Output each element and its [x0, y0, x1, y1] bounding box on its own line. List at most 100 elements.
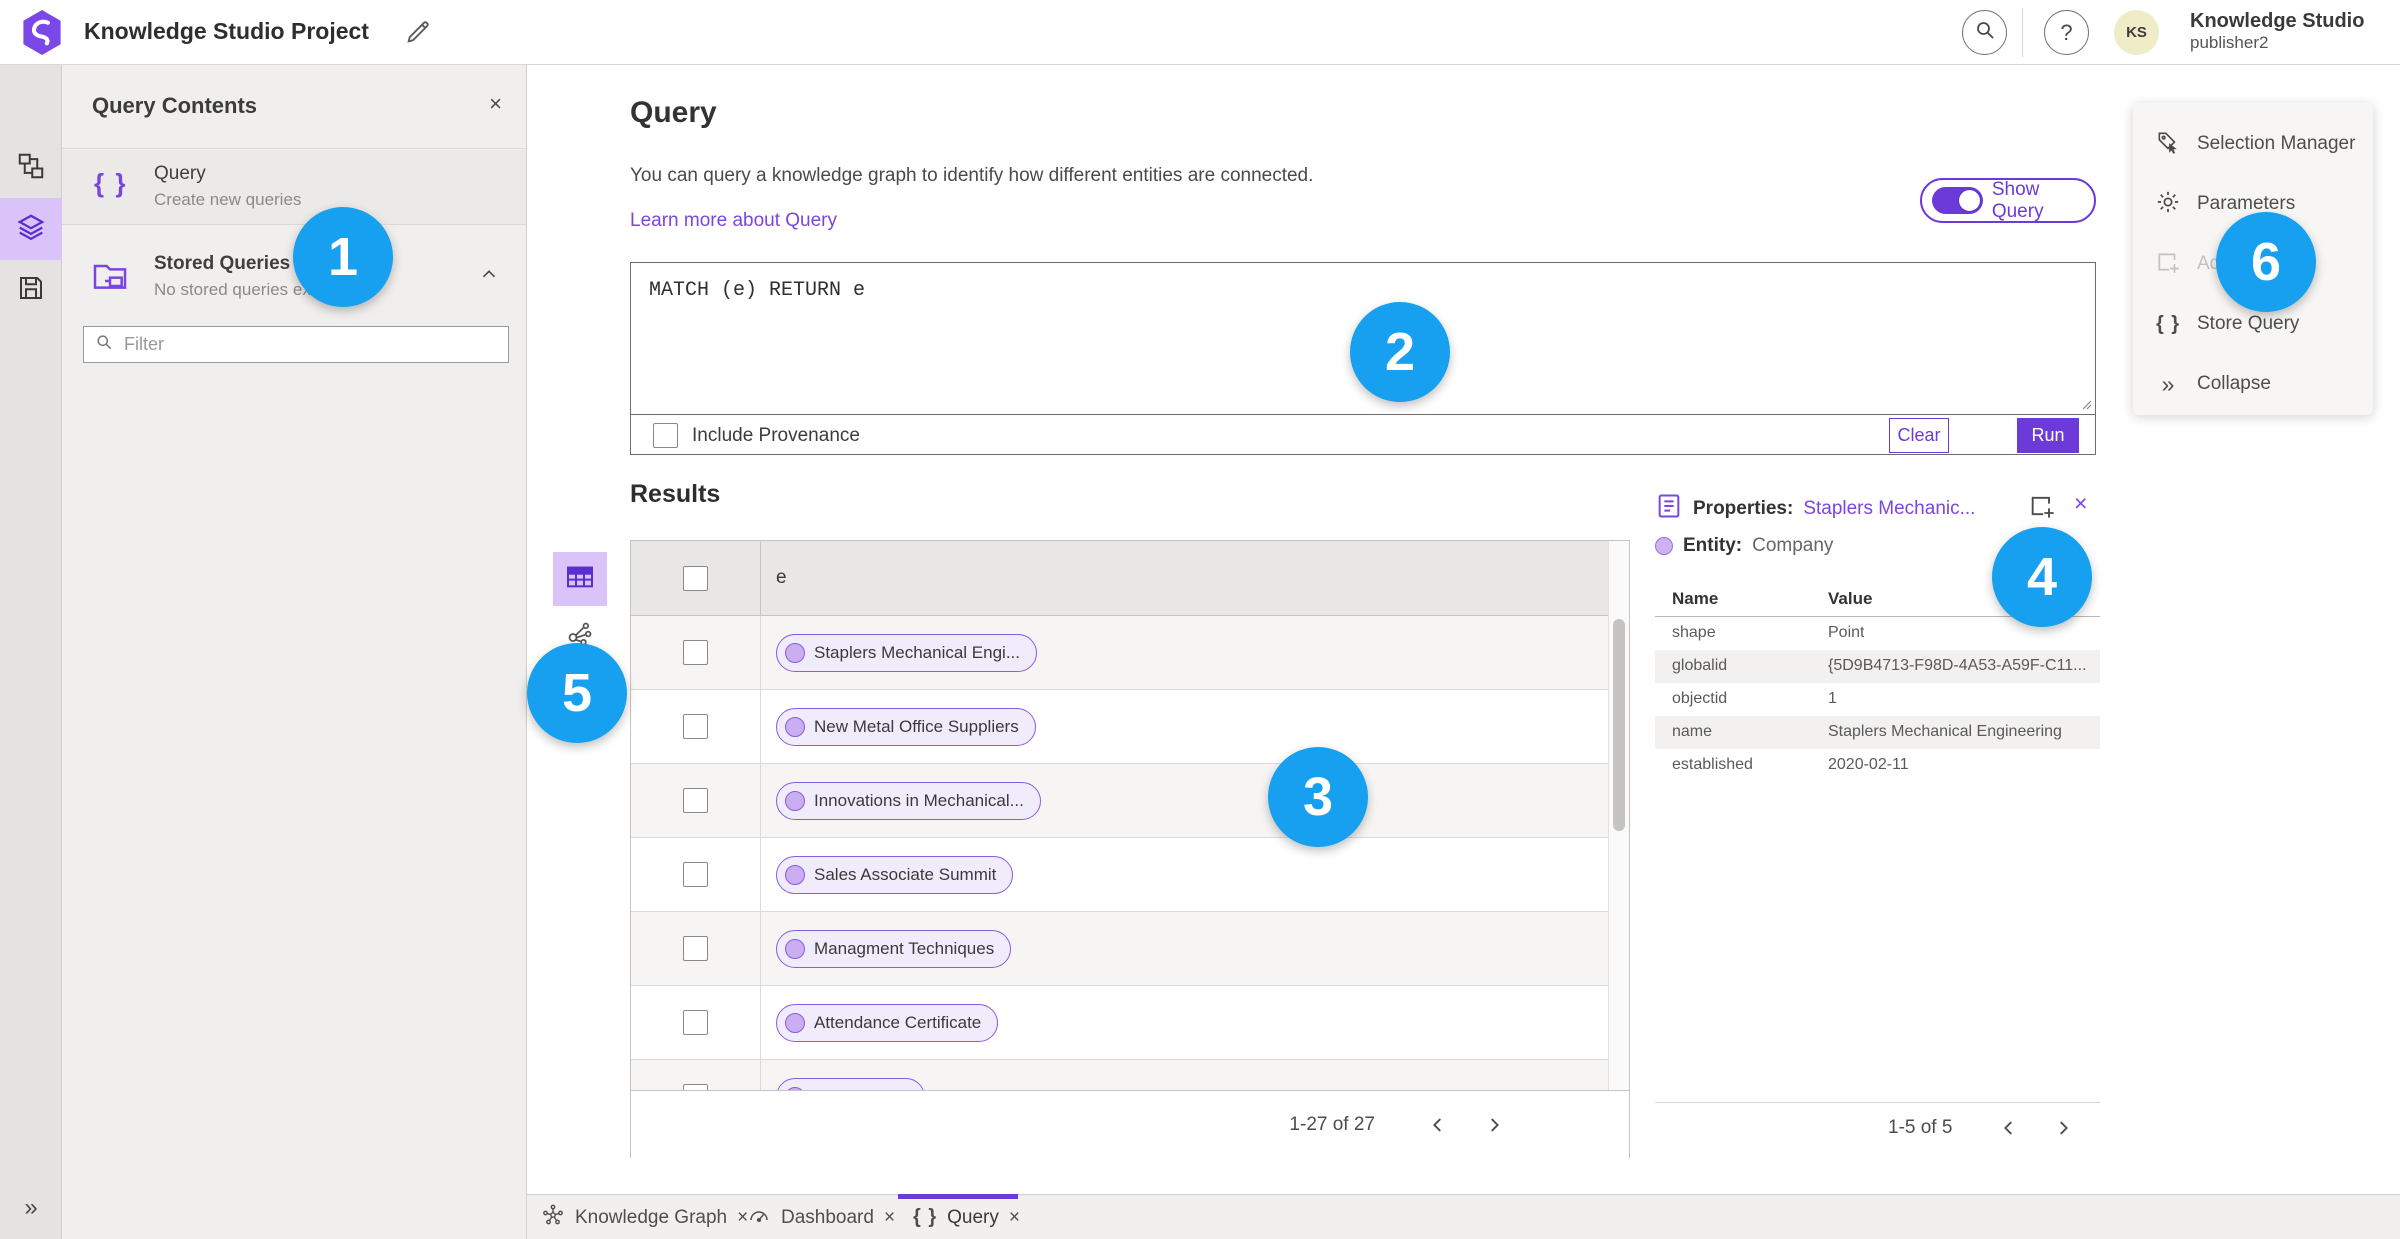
- rail-save-button[interactable]: [0, 262, 62, 318]
- entity-type-dot-icon: [1655, 537, 1673, 555]
- add-to-new-window-icon[interactable]: [2028, 492, 2056, 520]
- entity-chip[interactable]: Firebird Title: [776, 1078, 925, 1090]
- table-row[interactable]: Managment Techniques: [631, 912, 1629, 986]
- next-page-button[interactable]: [1479, 1110, 1509, 1140]
- close-tab-icon[interactable]: ×: [884, 1207, 895, 1229]
- property-name: shape: [1672, 624, 1716, 641]
- scrollbar-thumb[interactable]: [1613, 619, 1625, 831]
- show-query-label: Show Query: [1991, 178, 2044, 222]
- table-row[interactable]: Innovations in Mechanical...: [631, 764, 1629, 838]
- selection-manager-label: Selection Manager: [2197, 133, 2356, 154]
- entity-dot-icon: [785, 717, 805, 737]
- annotation-number: 2: [1384, 322, 1416, 382]
- results-pagination: 1-27 of 27: [1289, 1091, 1509, 1159]
- avatar[interactable]: KS: [2114, 10, 2159, 55]
- row-checkbox[interactable]: [683, 788, 708, 813]
- prop-col-value: Value: [1828, 589, 1873, 608]
- table-row[interactable]: Staplers Mechanical Engi...: [631, 616, 1629, 690]
- properties-entity-link[interactable]: Staplers Mechanic...: [1803, 498, 1975, 520]
- resize-handle-icon[interactable]: [2078, 396, 2092, 415]
- selection-manager-item[interactable]: Selection Manager: [2133, 117, 2373, 171]
- query-contents-title: Query Contents: [92, 93, 258, 118]
- entity-chip[interactable]: Attendance Certificate: [776, 1004, 999, 1042]
- gear-icon: [2155, 189, 2181, 220]
- edit-title-icon[interactable]: [402, 16, 434, 48]
- page-title: Query: [630, 96, 717, 129]
- close-properties-icon[interactable]: ×: [2074, 490, 2087, 517]
- entity-chip[interactable]: Sales Associate Summit: [776, 856, 1014, 894]
- query-contents-header: Query Contents ×: [62, 65, 526, 149]
- filter-input[interactable]: [124, 334, 498, 355]
- tab-dashboard[interactable]: Dashboard ×: [747, 1195, 895, 1239]
- row-checkbox[interactable]: [683, 936, 708, 961]
- learn-more-link[interactable]: Learn more about Query: [630, 210, 837, 232]
- table-row[interactable]: New Metal Office Suppliers: [631, 690, 1629, 764]
- account-info[interactable]: Knowledge Studio publisher2: [2190, 10, 2364, 53]
- include-provenance-label: Include Provenance: [692, 424, 860, 446]
- entity-chip-label: Managment Techniques: [814, 939, 995, 958]
- select-all-cell: [631, 541, 761, 615]
- query-description: You can query a knowledge graph to ident…: [630, 165, 1314, 186]
- row-checkbox[interactable]: [683, 862, 708, 887]
- row-checkbox[interactable]: [683, 640, 708, 665]
- filter-search-icon: [94, 332, 114, 357]
- clear-button[interactable]: Clear: [1889, 418, 1949, 453]
- knowledge-studio-app: Knowledge Studio Project ? KS Knowledge …: [0, 0, 2400, 1239]
- tab-knowledge-graph[interactable]: Knowledge Graph ×: [541, 1195, 748, 1239]
- entity-chip[interactable]: Staplers Mechanical Engi...: [776, 634, 1037, 672]
- properties-header: Properties: Staplers Mechanic...: [1655, 492, 1975, 525]
- query-item-subtitle: Create new queries: [154, 190, 302, 209]
- properties-pagination: 1-5 of 5: [1888, 1108, 2078, 1148]
- annotation-number: 3: [1302, 767, 1334, 827]
- row-checkbox[interactable]: [683, 1010, 708, 1035]
- entity-chip[interactable]: Managment Techniques: [776, 930, 1012, 968]
- rail-expand-button[interactable]: »: [0, 1183, 62, 1233]
- sidebar-item-query[interactable]: { } Query Create new queries: [62, 150, 526, 225]
- entity-chip[interactable]: New Metal Office Suppliers: [776, 708, 1036, 746]
- table-row[interactable]: Sales Associate Summit: [631, 838, 1629, 912]
- run-button[interactable]: Run: [2017, 418, 2079, 453]
- property-value: 1: [1828, 690, 1837, 707]
- top-bar: Knowledge Studio Project ? KS Knowledge …: [0, 0, 2400, 65]
- table-row[interactable]: Attendance Certificate: [631, 986, 1629, 1060]
- entity-dot-icon: [785, 939, 805, 959]
- collapse-stored-queries-icon[interactable]: [478, 264, 500, 291]
- select-all-checkbox[interactable]: [683, 565, 708, 591]
- table-row[interactable]: Firebird Title: [631, 1060, 1629, 1090]
- include-provenance-checkbox[interactable]: [653, 423, 678, 448]
- entity-row: Entity: Company: [1655, 535, 1833, 557]
- close-panel-icon[interactable]: ×: [489, 91, 502, 117]
- close-tab-icon[interactable]: ×: [1009, 1207, 1020, 1229]
- query-curly-icon: { }: [94, 168, 128, 198]
- filter-box: [83, 326, 509, 363]
- results-title: Results: [630, 480, 721, 508]
- property-name: name: [1672, 723, 1713, 740]
- rail-data-model-button[interactable]: [0, 140, 62, 196]
- help-button[interactable]: ?: [2044, 10, 2089, 55]
- row-checkbox[interactable]: [683, 714, 708, 739]
- topbar-divider: [2022, 8, 2023, 57]
- table-view-button[interactable]: [553, 552, 607, 606]
- prop-prev-page-button[interactable]: [1994, 1113, 2024, 1143]
- tab-query[interactable]: { } Query ×: [913, 1195, 1020, 1239]
- query-item-title: Query: [154, 163, 206, 184]
- stored-queries-title: Stored Queries: [154, 253, 291, 274]
- entity-chip[interactable]: Innovations in Mechanical...: [776, 782, 1041, 820]
- collapse-item[interactable]: » Collapse: [2133, 357, 2373, 411]
- search-button[interactable]: [1962, 10, 2007, 55]
- entity-chip-label: Attendance Certificate: [814, 1013, 982, 1032]
- properties-label: Properties:: [1693, 497, 1794, 519]
- selection-manager-icon: [2155, 129, 2181, 160]
- results-scrollbar[interactable]: [1608, 541, 1629, 1090]
- entity-chip-label: New Metal Office Suppliers: [814, 717, 1019, 736]
- show-query-toggle[interactable]: Show Query: [1920, 178, 2096, 223]
- prop-next-page-button[interactable]: [2048, 1113, 2078, 1143]
- results-table-body: Staplers Mechanical Engi... New Metal Of…: [631, 616, 1629, 1090]
- collapse-icon: »: [2161, 370, 2175, 397]
- query-editor-footer: Include Provenance Clear Run: [631, 415, 2095, 456]
- annotation-6: 6: [2216, 212, 2316, 312]
- rail-layers-button[interactable]: [0, 198, 62, 260]
- prev-page-button[interactable]: [1423, 1110, 1453, 1140]
- results-table-header: e: [631, 541, 1629, 616]
- annotation-2: 2: [1350, 302, 1450, 402]
